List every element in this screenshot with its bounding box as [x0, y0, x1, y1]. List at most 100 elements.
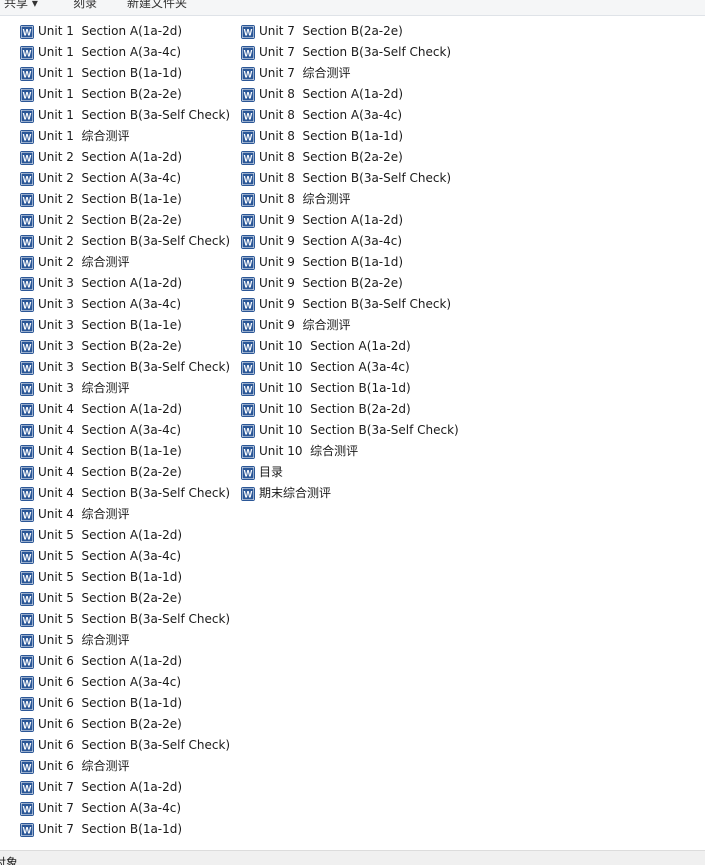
file-item[interactable]: W Unit 6 Section B(1a-1d) [20, 693, 230, 714]
svg-text:W: W [244, 489, 253, 499]
file-item[interactable]: W Unit 6 Section B(3a-Self Check) [20, 735, 230, 756]
file-item[interactable]: W Unit 4 综合测评 [20, 504, 230, 525]
file-item[interactable]: W Unit 3 Section A(1a-2d) [20, 273, 230, 294]
file-item[interactable]: W Unit 5 综合测评 [20, 630, 230, 651]
file-item[interactable]: W Unit 9 Section B(3a-Self Check) [241, 294, 459, 315]
file-item[interactable]: W Unit 10 Section A(3a-4c) [241, 357, 459, 378]
file-item[interactable]: W Unit 3 Section B(1a-1e) [20, 315, 230, 336]
file-item[interactable]: W Unit 8 Section A(3a-4c) [241, 105, 459, 126]
file-item[interactable]: W Unit 3 综合测评 [20, 378, 230, 399]
file-item[interactable]: W Unit 8 Section B(3a-Self Check) [241, 168, 459, 189]
file-item[interactable]: W Unit 5 Section A(3a-4c) [20, 546, 230, 567]
file-item[interactable]: W Unit 1 Section B(2a-2e) [20, 84, 230, 105]
file-item[interactable]: W Unit 9 Section B(2a-2e) [241, 273, 459, 294]
svg-text:W: W [23, 69, 32, 79]
svg-text:W: W [23, 699, 32, 709]
word-doc-icon: W [20, 402, 34, 417]
file-name-label: Unit 9 综合测评 [259, 318, 351, 332]
file-item[interactable]: W Unit 6 Section B(2a-2e) [20, 714, 230, 735]
file-item[interactable]: W Unit 5 Section B(3a-Self Check) [20, 609, 230, 630]
file-item[interactable]: W Unit 3 Section A(3a-4c) [20, 294, 230, 315]
file-name-label: Unit 6 Section B(2a-2e) [38, 717, 182, 731]
file-item[interactable]: W Unit 4 Section A(1a-2d) [20, 399, 230, 420]
word-doc-icon: W [20, 108, 34, 123]
file-item[interactable]: W Unit 6 Section A(1a-2d) [20, 651, 230, 672]
file-item[interactable]: W Unit 2 综合测评 [20, 252, 230, 273]
file-item[interactable]: W 目录 [241, 462, 459, 483]
file-item[interactable]: W Unit 4 Section A(3a-4c) [20, 420, 230, 441]
file-item[interactable]: W Unit 1 Section B(1a-1d) [20, 63, 230, 84]
file-item[interactable]: W Unit 9 Section B(1a-1d) [241, 252, 459, 273]
file-item[interactable]: W Unit 6 综合测评 [20, 756, 230, 777]
svg-text:W: W [23, 279, 32, 289]
file-name-label: Unit 1 Section B(3a-Self Check) [38, 108, 231, 122]
file-item[interactable]: W Unit 7 Section A(3a-4c) [20, 798, 230, 819]
file-item[interactable]: W Unit 3 Section B(3a-Self Check) [20, 357, 230, 378]
file-item[interactable]: W Unit 5 Section B(2a-2e) [20, 588, 230, 609]
svg-text:W: W [23, 825, 32, 835]
file-name-label: Unit 1 综合测评 [38, 129, 130, 143]
file-item[interactable]: W Unit 10 Section A(1a-2d) [241, 336, 459, 357]
svg-text:W: W [244, 426, 253, 436]
file-name-label: Unit 9 Section B(1a-1d) [259, 255, 404, 269]
svg-text:W: W [23, 804, 32, 814]
share-menu-button[interactable]: 共享 ▾ [4, 0, 38, 11]
svg-text:W: W [244, 48, 253, 58]
file-name-label: Unit 3 Section A(3a-4c) [38, 297, 182, 311]
file-item[interactable]: W Unit 6 Section A(3a-4c) [20, 672, 230, 693]
file-item[interactable]: W Unit 9 Section A(1a-2d) [241, 210, 459, 231]
word-doc-icon: W [241, 423, 255, 438]
svg-text:W: W [23, 720, 32, 730]
file-name-label: Unit 7 综合测评 [259, 66, 351, 80]
file-name-label: Unit 7 Section B(3a-Self Check) [259, 45, 452, 59]
file-item[interactable]: W Unit 9 Section A(3a-4c) [241, 231, 459, 252]
file-item[interactable]: W Unit 7 Section B(3a-Self Check) [241, 42, 459, 63]
file-item[interactable]: W 期末综合测评 [241, 483, 459, 504]
file-item[interactable]: W Unit 3 Section B(2a-2e) [20, 336, 230, 357]
file-item[interactable]: W Unit 9 综合测评 [241, 315, 459, 336]
file-item[interactable]: W Unit 10 Section B(2a-2d) [241, 399, 459, 420]
file-item[interactable]: W Unit 10 Section B(1a-1d) [241, 378, 459, 399]
file-item[interactable]: W Unit 8 Section B(2a-2e) [241, 147, 459, 168]
file-item[interactable]: W Unit 1 Section A(3a-4c) [20, 42, 230, 63]
file-item[interactable]: W Unit 5 Section B(1a-1d) [20, 567, 230, 588]
file-item[interactable]: W Unit 8 Section A(1a-2d) [241, 84, 459, 105]
word-doc-icon: W [20, 150, 34, 165]
word-doc-icon: W [20, 339, 34, 354]
file-item[interactable]: W Unit 2 Section B(1a-1e) [20, 189, 230, 210]
file-item[interactable]: W Unit 5 Section A(1a-2d) [20, 525, 230, 546]
file-name-label: Unit 5 综合测评 [38, 633, 130, 647]
file-item[interactable]: W Unit 1 综合测评 [20, 126, 230, 147]
file-item[interactable]: W Unit 8 Section B(1a-1d) [241, 126, 459, 147]
file-item[interactable]: W Unit 4 Section B(2a-2e) [20, 462, 230, 483]
file-item[interactable]: W Unit 4 Section B(1a-1e) [20, 441, 230, 462]
file-item[interactable]: W Unit 2 Section A(3a-4c) [20, 168, 230, 189]
word-doc-icon: W [241, 486, 255, 501]
svg-text:W: W [23, 657, 32, 667]
file-item[interactable]: W Unit 7 Section B(2a-2e) [241, 21, 459, 42]
file-item[interactable]: W Unit 7 Section B(1a-1d) [20, 819, 230, 840]
burn-button[interactable]: 刻录 [73, 0, 97, 11]
svg-text:W: W [244, 300, 253, 310]
file-item[interactable]: W Unit 1 Section A(1a-2d) [20, 21, 230, 42]
file-item[interactable]: W Unit 4 Section B(3a-Self Check) [20, 483, 230, 504]
file-name-label: Unit 2 综合测评 [38, 255, 130, 269]
file-name-label: Unit 9 Section B(2a-2e) [259, 276, 403, 290]
word-doc-icon: W [241, 45, 255, 60]
file-list-column-2: W Unit 7 Section B(2a-2e) W Unit 7 Section … [241, 21, 459, 504]
word-doc-icon: W [20, 612, 34, 627]
file-name-label: Unit 8 Section B(3a-Self Check) [259, 171, 452, 185]
file-item[interactable]: W Unit 7 Section A(1a-2d) [20, 777, 230, 798]
file-item[interactable]: W Unit 10 综合测评 [241, 441, 459, 462]
file-name-label: Unit 8 Section A(1a-2d) [259, 87, 404, 101]
file-item[interactable]: W Unit 2 Section B(3a-Self Check) [20, 231, 230, 252]
file-item[interactable]: W Unit 2 Section A(1a-2d) [20, 147, 230, 168]
file-item[interactable]: W Unit 2 Section B(2a-2e) [20, 210, 230, 231]
word-doc-icon: W [241, 129, 255, 144]
file-item[interactable]: W Unit 10 Section B(3a-Self Check) [241, 420, 459, 441]
word-doc-icon: W [20, 696, 34, 711]
file-item[interactable]: W Unit 8 综合测评 [241, 189, 459, 210]
new-folder-button[interactable]: 新建文件夹 [127, 0, 187, 11]
file-item[interactable]: W Unit 7 综合测评 [241, 63, 459, 84]
file-item[interactable]: W Unit 1 Section B(3a-Self Check) [20, 105, 230, 126]
